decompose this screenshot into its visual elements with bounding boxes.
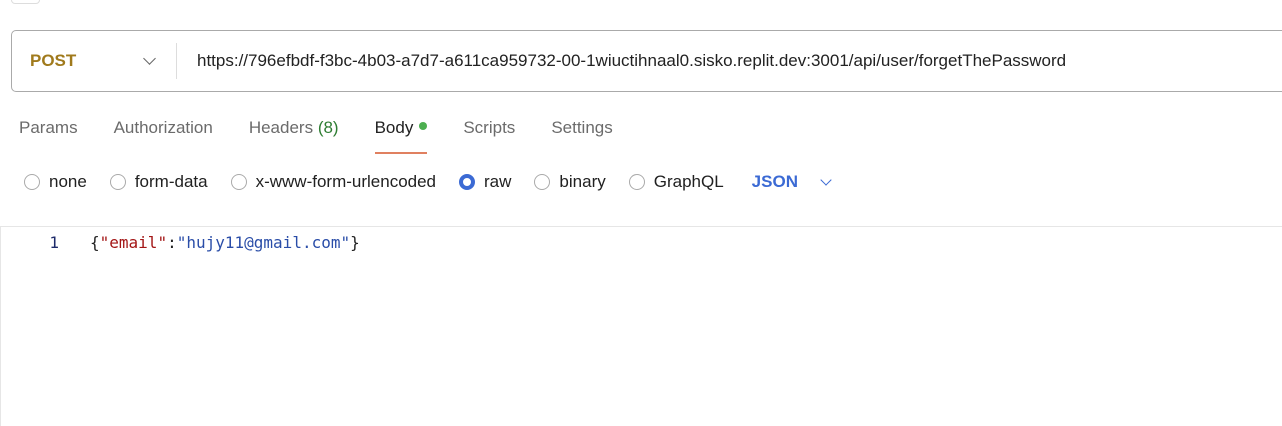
- line-number: 1: [49, 233, 59, 252]
- radio-none[interactable]: none: [24, 172, 87, 192]
- method-select[interactable]: POST: [12, 43, 177, 79]
- tab-scripts[interactable]: Scripts: [463, 118, 515, 154]
- brace: {: [90, 233, 100, 252]
- json-value: "hujy11@gmail.com": [176, 233, 351, 252]
- body-type-selector: none form-data x-www-form-urlencoded raw…: [24, 172, 832, 192]
- request-bar: POST https://796efbdf-f3bc-4b03-a7d7-a61…: [11, 30, 1282, 92]
- radio-circle-icon: [24, 174, 40, 190]
- code-text: {"email":"hujy11@gmail.com"}: [90, 233, 360, 252]
- radio-label: x-www-form-urlencoded: [255, 172, 437, 191]
- tab-authorization[interactable]: Authorization: [114, 118, 213, 154]
- chevron-down-icon: [820, 173, 832, 186]
- radio-circle-icon: [628, 174, 645, 190]
- request-tabs: Params Authorization Headers (8) Body Sc…: [19, 118, 649, 154]
- radio-circle-icon: [534, 174, 551, 190]
- toolbar-button-stub[interactable]: [11, 0, 40, 4]
- radio-circle-icon: [109, 174, 126, 190]
- brace: }: [350, 233, 360, 252]
- language-select[interactable]: JSON: [751, 172, 832, 192]
- tab-headers[interactable]: Headers (8): [249, 118, 339, 154]
- colon: :: [167, 233, 177, 252]
- radio-selected-icon: [459, 174, 476, 190]
- radio-graphql[interactable]: GraphQL: [628, 172, 724, 192]
- code-line: 1 {"email":"hujy11@gmail.com"}: [1, 233, 1282, 252]
- radio-form-data[interactable]: form-data: [109, 172, 208, 192]
- json-key: "email": [99, 233, 168, 252]
- chevron-down-icon: [143, 52, 156, 65]
- language-label: JSON: [751, 172, 798, 191]
- headers-count: (8): [317, 118, 339, 137]
- status-dot-icon: [419, 122, 428, 130]
- tab-body-label: Body: [374, 118, 414, 137]
- tab-headers-label: Headers: [248, 118, 314, 137]
- radio-label: none: [49, 172, 87, 191]
- url-input[interactable]: https://796efbdf-f3bc-4b03-a7d7-a611ca95…: [177, 51, 1066, 71]
- body-editor[interactable]: 1 {"email":"hujy11@gmail.com"}: [0, 226, 1282, 426]
- tab-settings[interactable]: Settings: [551, 118, 612, 154]
- radio-label: binary: [559, 172, 606, 191]
- radio-circle-icon: [230, 174, 247, 190]
- radio-binary[interactable]: binary: [534, 172, 606, 192]
- radio-raw[interactable]: raw: [459, 172, 511, 192]
- radio-label: raw: [484, 172, 512, 191]
- method-label: POST: [30, 51, 77, 70]
- radio-label: GraphQL: [653, 172, 724, 191]
- tab-body[interactable]: Body: [374, 118, 428, 154]
- tab-params[interactable]: Params: [19, 118, 78, 154]
- radio-label: form-data: [134, 172, 208, 191]
- radio-urlencoded[interactable]: x-www-form-urlencoded: [230, 172, 437, 192]
